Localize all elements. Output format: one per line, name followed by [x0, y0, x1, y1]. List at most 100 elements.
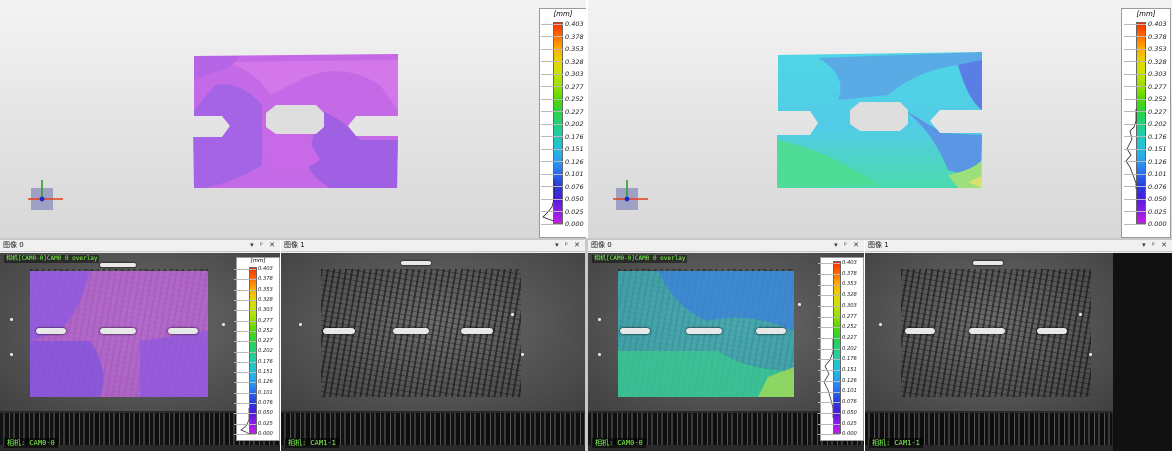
empty-image-area [1113, 253, 1172, 451]
legend-tick-label: 0.378 [565, 32, 584, 41]
pane-window-controls[interactable]: ▾ ᵖ ✕ [834, 240, 861, 251]
legend-tick-label: 0.403 [1148, 20, 1167, 28]
pane-title-bar[interactable]: 图像 1 ▾ ᵖ ✕ [281, 240, 585, 252]
camera-pane-image1-right[interactable]: 图像 1 ▾ ᵖ ✕ 相机: CAM1-1 [865, 240, 1172, 451]
legend-tick-mark [818, 295, 840, 297]
legend-tick-label: 0.025 [565, 207, 584, 216]
legend-tick-label: 0.202 [565, 120, 584, 128]
legend-tick-label: 0.000 [1148, 220, 1167, 228]
legend-tick-mark [541, 198, 563, 200]
legend-tick-label: 0.101 [258, 389, 273, 396]
legend-tick-label: 0.076 [565, 182, 584, 191]
plate-hole [598, 353, 601, 356]
left-3d-viewport[interactable]: [mm] 0.403 0.378 0.353 0.328 0.303 0.277 0.252… [0, 0, 586, 238]
legend-tick-label: 0.277 [842, 313, 857, 320]
plate-hole [1089, 353, 1092, 356]
legend-tick-mark [818, 380, 840, 382]
legend-tick-label: 0.151 [258, 369, 273, 375]
legend-tick-mark [818, 316, 840, 318]
plate-slot [620, 328, 650, 334]
pane-title-bar[interactable]: 图像 1 ▾ ᵖ ✕ [865, 240, 1172, 252]
legend-tick-mark [818, 359, 840, 361]
plate-hole [10, 318, 13, 321]
legend-tick-label: 0.202 [842, 345, 857, 352]
legend-tick-label: 0.378 [842, 270, 857, 277]
deviation-color-legend: [mm] 0.403 0.378 0.353 0.328 0.303 0.277 0.252… [234, 257, 280, 441]
legend-tick-label: 0.202 [258, 348, 273, 355]
camera-pane-image0-left[interactable]: 图像 0 ▾ ᵖ ✕ 相机[CAM0-0]CAM0 0 overlay 相机: … [0, 240, 280, 451]
legend-tick-label: 0.227 [1148, 107, 1167, 116]
legend-tick-mark [1124, 86, 1146, 88]
legend-tick-mark [541, 23, 563, 25]
legend-tick-label: 0.000 [258, 430, 273, 437]
pane-title-bar[interactable]: 图像 0 ▾ ᵖ ✕ [0, 240, 280, 252]
legend-tick-label: 0.126 [258, 379, 273, 386]
legend-tick-label: 0.000 [842, 431, 857, 438]
legend-tick-mark [541, 111, 563, 113]
axis-triad-icon[interactable] [610, 178, 650, 218]
pane-title: 图像 1 [868, 241, 889, 249]
plate-slot [323, 328, 355, 334]
legend-tick-label: 0.403 [258, 266, 273, 272]
camera-pane-image1-left[interactable]: 图像 1 ▾ ᵖ ✕ 相机: CAM1-1 [281, 240, 585, 451]
legend-tick-mark [541, 148, 563, 150]
plate-slot [461, 328, 493, 334]
right-deviation-surface [777, 52, 982, 188]
pane-window-controls[interactable]: ▾ ᵖ ✕ [250, 240, 277, 251]
legend-tick-label: 0.252 [1148, 95, 1167, 103]
plate-hole [222, 323, 225, 326]
camera-name-label: 相机: CAM1-1 [869, 438, 923, 448]
legend-tick-mark [1124, 161, 1146, 163]
pane-title-bar[interactable]: 图像 0 ▾ ᵖ ✕ [588, 240, 864, 252]
legend-tick-mark [541, 173, 563, 175]
plate-hole [10, 353, 13, 356]
camera-pane-image0-right[interactable]: 图像 0 ▾ ᵖ ✕ 相机[CAM0-0]CAM0 0 overlay 相机: … [588, 240, 864, 451]
legend-tick-mark [234, 330, 256, 332]
legend-tick-mark [234, 392, 256, 394]
axis-triad-icon[interactable] [25, 178, 65, 218]
legend-tick-mark [541, 123, 563, 125]
legend-tick-label: 0.277 [1148, 82, 1167, 91]
plate-slot [100, 263, 136, 267]
camera-image[interactable]: 相机[CAM0-0]CAM0 0 overlay 相机: CAM0-0 [mm]… [0, 253, 280, 451]
legend-tick-label: 0.050 [842, 409, 857, 416]
plate-hole [879, 323, 882, 326]
legend-tick-mark [234, 361, 256, 363]
legend-tick-mark [541, 161, 563, 163]
legend-tick-mark [1124, 211, 1146, 213]
pane-window-controls[interactable]: ▾ ᵖ ✕ [1142, 240, 1169, 251]
camera-overlay-label: 相机[CAM0-0]CAM0 0 overlay [592, 255, 688, 263]
right-3d-viewport[interactable]: [mm] 0.403 0.378 0.353 0.328 0.303 0.277 0.252… [588, 0, 1172, 238]
legend-tick-mark [1124, 173, 1146, 175]
legend-tick-mark [234, 279, 256, 281]
legend-tick-mark [234, 320, 256, 322]
legend-unit-label: [mm] [250, 258, 266, 264]
legend-tick-mark [818, 348, 840, 350]
camera-overlay-label: 相机[CAM0-0]CAM0 0 overlay [4, 255, 100, 263]
legend-tick-label: 0.101 [1148, 170, 1167, 178]
legend-tick-mark [541, 211, 563, 213]
deviation-overlay [30, 271, 208, 397]
camera-image[interactable]: 相机: CAM1-1 [865, 253, 1172, 451]
camera-image[interactable]: 相机: CAM1-1 [281, 253, 585, 451]
legend-tick-mark [234, 423, 256, 425]
legend-tick-mark [818, 305, 840, 307]
legend-tick-mark [1124, 73, 1146, 75]
camera-image[interactable]: 相机[CAM0-0]CAM0 0 overlay 相机: CAM0-0 0.40… [588, 253, 864, 451]
legend-tick-mark [234, 403, 256, 405]
legend-tick-label: 0.303 [565, 70, 584, 78]
legend-tick-label: 0.050 [258, 410, 273, 417]
plate-slot [686, 328, 722, 334]
legend-tick-mark [234, 341, 256, 343]
legend-tick-label: 0.227 [565, 107, 584, 116]
legend-tick-mark [1124, 48, 1146, 50]
legend-tick-label: 0.025 [1148, 207, 1167, 216]
legend-tick-label: 0.328 [842, 292, 857, 299]
legend-tick-label: 0.353 [258, 286, 273, 293]
legend-tick-label: 0.176 [842, 356, 857, 363]
pane-window-controls[interactable]: ▾ ᵖ ✕ [555, 240, 582, 251]
legend-tick-label: 0.000 [565, 220, 584, 228]
plate-slot [401, 261, 431, 265]
legend-tick-label: 0.176 [258, 358, 273, 365]
legend-histogram [240, 408, 250, 434]
